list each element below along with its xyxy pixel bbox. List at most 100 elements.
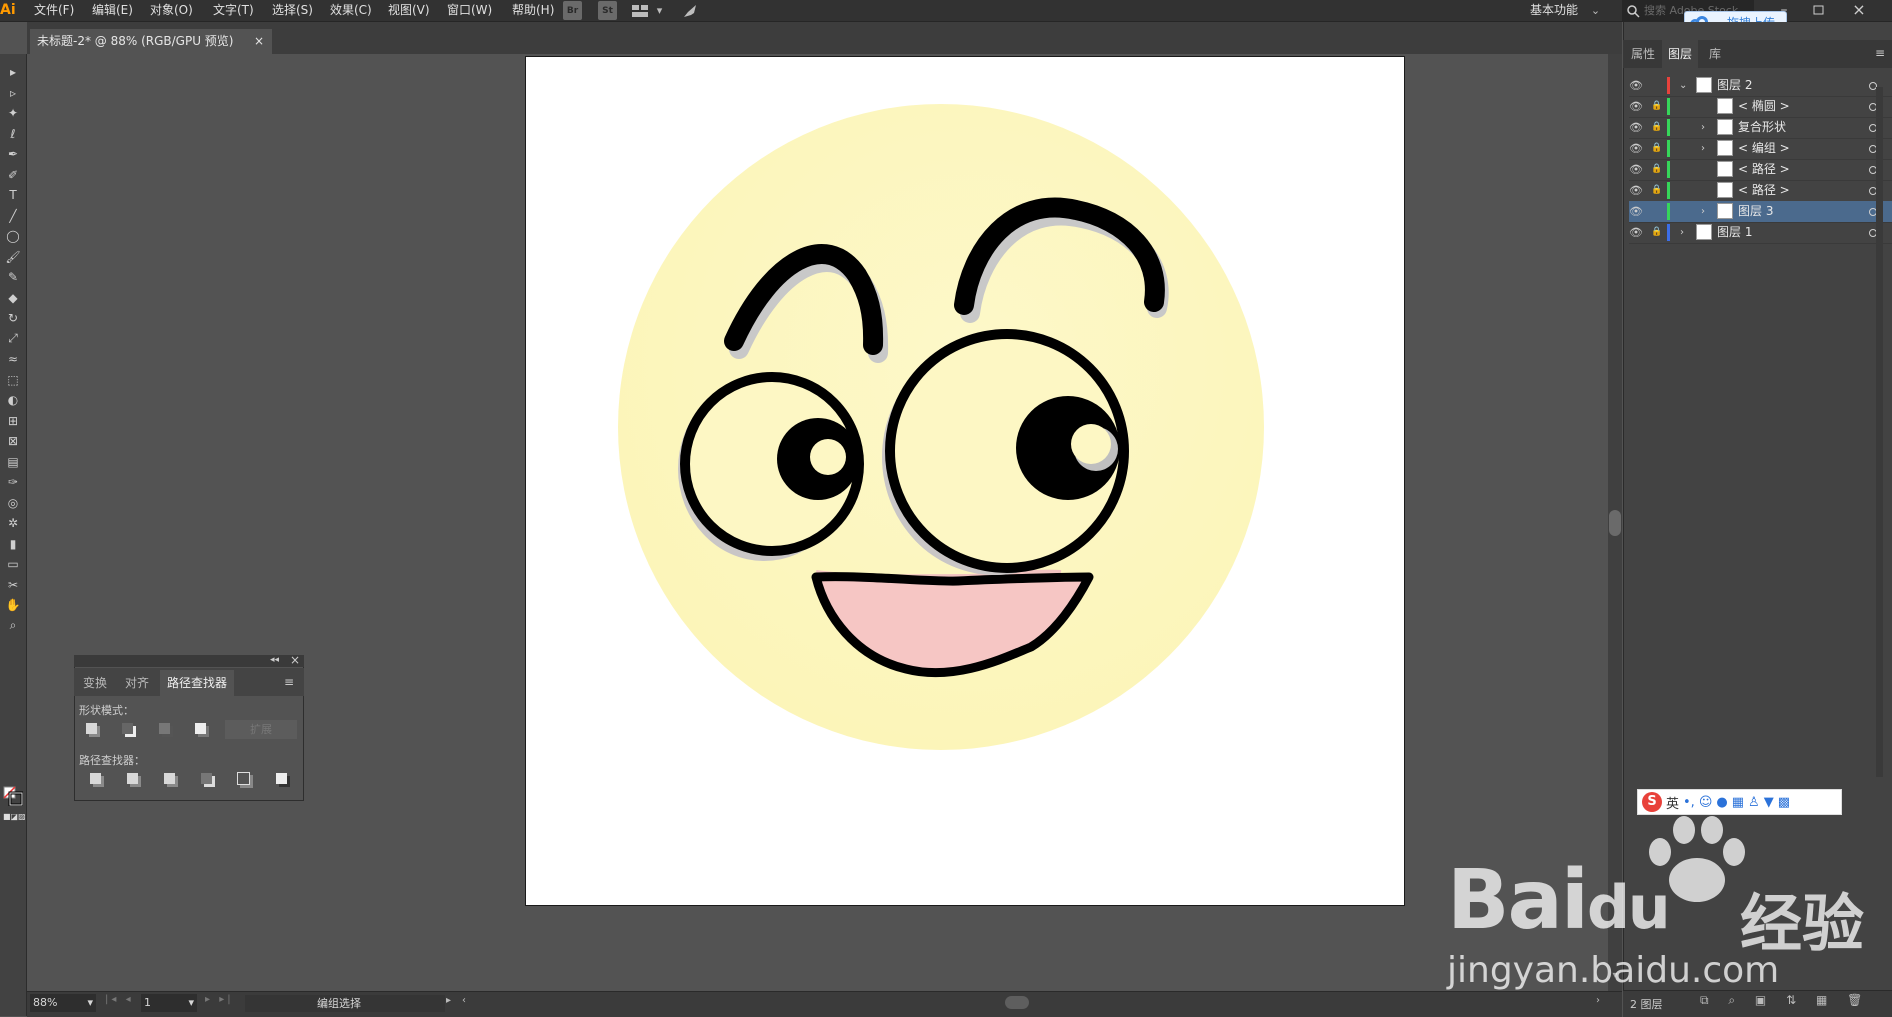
- collapse-panel-icon[interactable]: ◂◂: [270, 655, 279, 665]
- minus-back-icon[interactable]: [272, 770, 290, 786]
- layer-row[interactable]: 👁 ⌄ 图层 2: [1629, 75, 1892, 97]
- right-panel-tab[interactable]: 库: [1700, 40, 1730, 68]
- shape-builder-tool-icon[interactable]: ◐: [3, 390, 23, 410]
- scroll-right-icon[interactable]: ›: [1596, 995, 1600, 1006]
- eye-icon[interactable]: 👁: [1629, 96, 1643, 117]
- status-menu-icon[interactable]: ▸: [446, 995, 451, 1006]
- layer-row[interactable]: 👁 › 图层 3: [1629, 201, 1892, 223]
- blend-tool-icon[interactable]: ◎: [3, 493, 23, 513]
- layer-name[interactable]: 复合形状: [1738, 117, 1786, 138]
- menu-item[interactable]: 文字(T): [213, 0, 254, 21]
- eye-icon[interactable]: 👁: [1629, 201, 1643, 222]
- lock-icon[interactable]: 🔒: [1651, 180, 1662, 201]
- close-window-icon[interactable]: ×: [1849, 0, 1869, 20]
- zoom-field[interactable]: 88% ▾: [30, 994, 96, 1012]
- eyedropper-tool-icon[interactable]: ✑: [3, 472, 23, 492]
- close-panel-icon[interactable]: ×: [290, 653, 300, 667]
- hand-tool-icon[interactable]: ✋: [3, 595, 23, 615]
- unite-icon[interactable]: [82, 720, 100, 736]
- chevron-down-icon[interactable]: ▾: [87, 994, 93, 1012]
- stock-button[interactable]: St: [598, 1, 617, 20]
- mesh-tool-icon[interactable]: ⊠: [3, 431, 23, 451]
- rotate-tool-icon[interactable]: ↻: [3, 308, 23, 328]
- workspace-switcher[interactable]: 基本功能: [1530, 0, 1578, 21]
- lock-icon[interactable]: 🔒: [1651, 138, 1662, 159]
- lock-icon[interactable]: 🔒: [1651, 222, 1662, 243]
- eye-icon[interactable]: 👁: [1629, 138, 1643, 159]
- emoji-icon[interactable]: ☺: [1699, 795, 1713, 810]
- menu-item[interactable]: 编辑(E): [92, 0, 133, 21]
- right-panel-tab[interactable]: 属性: [1626, 40, 1660, 68]
- line-tool-icon[interactable]: ╱: [3, 206, 23, 226]
- menu-item[interactable]: 效果(C): [330, 0, 372, 21]
- eye-icon[interactable]: 👁: [1629, 75, 1643, 96]
- layer-row[interactable]: 👁 🔒 › 复合形状: [1629, 117, 1892, 139]
- layer-row[interactable]: 👁 🔒 < 椭圆 >: [1629, 96, 1892, 118]
- menu-item[interactable]: 选择(S): [272, 0, 313, 21]
- eye-icon[interactable]: 👁: [1629, 222, 1643, 243]
- panel-menu-icon[interactable]: ≡: [284, 675, 294, 689]
- color-mode-icon[interactable]: ■◪▨: [3, 812, 26, 822]
- panel-menu-icon[interactable]: ≡: [1875, 46, 1885, 60]
- layer-name[interactable]: 图层 1: [1717, 222, 1752, 243]
- lock-icon[interactable]: 🔒: [1651, 117, 1662, 138]
- outline-icon[interactable]: [234, 770, 252, 786]
- first-prev-artboard-icon[interactable]: |◂ ◂: [105, 994, 134, 1005]
- artboard-tool-icon[interactable]: ▭: [3, 554, 23, 574]
- pathfinder-tab[interactable]: 对齐: [125, 670, 149, 696]
- skin-icon[interactable]: ▼: [1764, 795, 1774, 810]
- chevron-down-icon[interactable]: ⌄: [1586, 1, 1605, 20]
- layer-row[interactable]: 👁 🔒 < 路径 >: [1629, 180, 1892, 202]
- rocket-icon[interactable]: [680, 1, 699, 20]
- document-tab[interactable]: 未标题-2* @ 88% (RGB/GPU 预览) ×: [30, 29, 272, 54]
- slice-tool-icon[interactable]: ✂: [3, 575, 23, 595]
- keyboard-icon[interactable]: ▦: [1732, 795, 1744, 810]
- eye-icon[interactable]: 👁: [1629, 159, 1643, 180]
- lock-icon[interactable]: 🔒: [1651, 96, 1662, 117]
- paintbrush-tool-icon[interactable]: 🖌: [3, 247, 23, 267]
- eraser-tool-icon[interactable]: ◆: [3, 288, 23, 308]
- layer-name[interactable]: < 路径 >: [1738, 180, 1790, 201]
- layers-scrollbar[interactable]: [1876, 87, 1883, 777]
- shaper-tool-icon[interactable]: ✎: [3, 267, 23, 287]
- menu-item[interactable]: 帮助(H): [512, 0, 554, 21]
- chevron-right-icon[interactable]: ›: [1701, 201, 1705, 222]
- pen-tool-icon[interactable]: ✒: [3, 144, 23, 164]
- expand-button[interactable]: 扩展: [225, 720, 297, 739]
- merge-icon[interactable]: [160, 770, 178, 786]
- layer-name[interactable]: 图层 2: [1717, 75, 1752, 96]
- grid-menu-icon[interactable]: ▩: [1778, 795, 1790, 810]
- menu-item[interactable]: 视图(V): [388, 0, 430, 21]
- menu-item[interactable]: 对象(O): [150, 0, 193, 21]
- trim-icon[interactable]: [123, 770, 141, 786]
- next-last-artboard-icon[interactable]: ▸ ▸|: [205, 994, 234, 1005]
- eye-icon[interactable]: 👁: [1629, 117, 1643, 138]
- layer-row[interactable]: 👁 🔒 › 图层 1: [1629, 222, 1892, 244]
- arrange-documents-icon[interactable]: [630, 1, 649, 20]
- gradient-tool-icon[interactable]: ▤: [3, 452, 23, 472]
- zoom-tool-icon[interactable]: ⌕: [3, 616, 23, 636]
- horizontal-scroll-thumb[interactable]: [1005, 996, 1029, 1009]
- perspective-grid-tool-icon[interactable]: ⊞: [3, 411, 23, 431]
- layer-name[interactable]: 图层 3: [1738, 201, 1773, 222]
- exclude-icon[interactable]: [191, 720, 209, 736]
- ellipse-tool-icon[interactable]: ◯: [3, 226, 23, 246]
- menu-item[interactable]: 文件(F): [34, 0, 74, 21]
- pathfinder-tab[interactable]: 变换: [83, 670, 107, 696]
- ime-language[interactable]: 英: [1666, 793, 1679, 812]
- microphone-icon[interactable]: ●: [1716, 795, 1727, 810]
- artboard-field[interactable]: 1 ▾: [141, 994, 197, 1012]
- magic-wand-tool-icon[interactable]: ✦: [3, 103, 23, 123]
- punctuation-icon[interactable]: •,: [1683, 795, 1695, 810]
- minus-front-icon[interactable]: [118, 720, 136, 736]
- restore-icon[interactable]: [1811, 2, 1827, 18]
- chevron-right-icon[interactable]: ›: [1701, 138, 1705, 159]
- bridge-button[interactable]: Br: [563, 1, 582, 20]
- user-icon[interactable]: ♙: [1748, 795, 1760, 810]
- intersect-icon[interactable]: [155, 720, 173, 736]
- warp-tool-icon[interactable]: ≈: [3, 349, 23, 369]
- symbol-sprayer-tool-icon[interactable]: ✲: [3, 513, 23, 533]
- layer-name[interactable]: < 路径 >: [1738, 159, 1790, 180]
- scale-tool-icon[interactable]: ⤢: [3, 329, 23, 349]
- column-graph-tool-icon[interactable]: ▮: [3, 534, 23, 554]
